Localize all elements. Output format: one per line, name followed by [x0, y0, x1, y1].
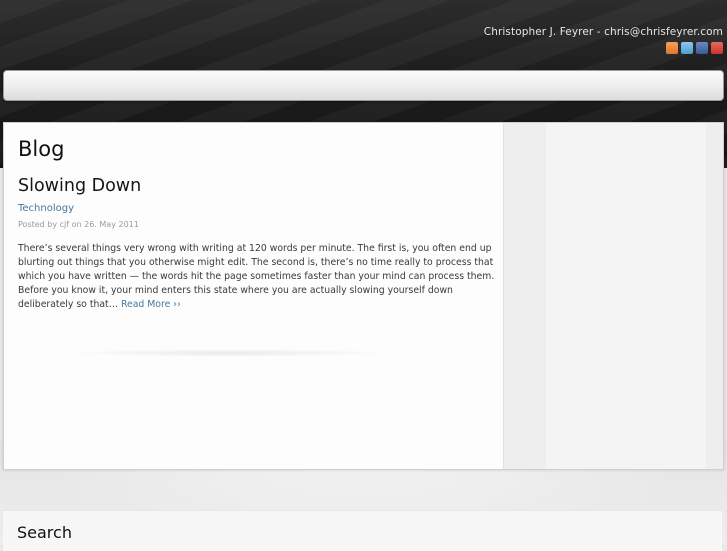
post-divider	[64, 349, 394, 357]
post-category-link[interactable]: Technology	[18, 203, 74, 214]
page-title: Blog	[18, 137, 65, 161]
header-contact: Christopher J. Feyrer - chris@chrisfeyre…	[483, 26, 723, 38]
read-more-link[interactable]: Read More ››	[121, 299, 181, 310]
rss-icon[interactable]	[666, 42, 678, 54]
post-meta: Posted by cjf on 26. May 2011	[18, 220, 139, 229]
post-excerpt: There’s several things very wrong with w…	[18, 242, 496, 312]
main-column: Blog Slowing Down Technology Posted by c…	[4, 123, 504, 469]
facebook-icon[interactable]	[696, 42, 708, 54]
content-panel: Blog Slowing Down Technology Posted by c…	[3, 122, 724, 470]
twitter-icon[interactable]	[681, 42, 693, 54]
post-title-link[interactable]: Slowing Down	[18, 176, 141, 196]
youtube-icon[interactable]	[711, 42, 723, 54]
navigation-bar[interactable]	[3, 70, 724, 101]
social-icons	[666, 42, 723, 54]
sidebar	[504, 123, 723, 469]
search-widget-title: Search	[17, 523, 72, 542]
post-excerpt-text: There’s several things very wrong with w…	[18, 243, 495, 310]
